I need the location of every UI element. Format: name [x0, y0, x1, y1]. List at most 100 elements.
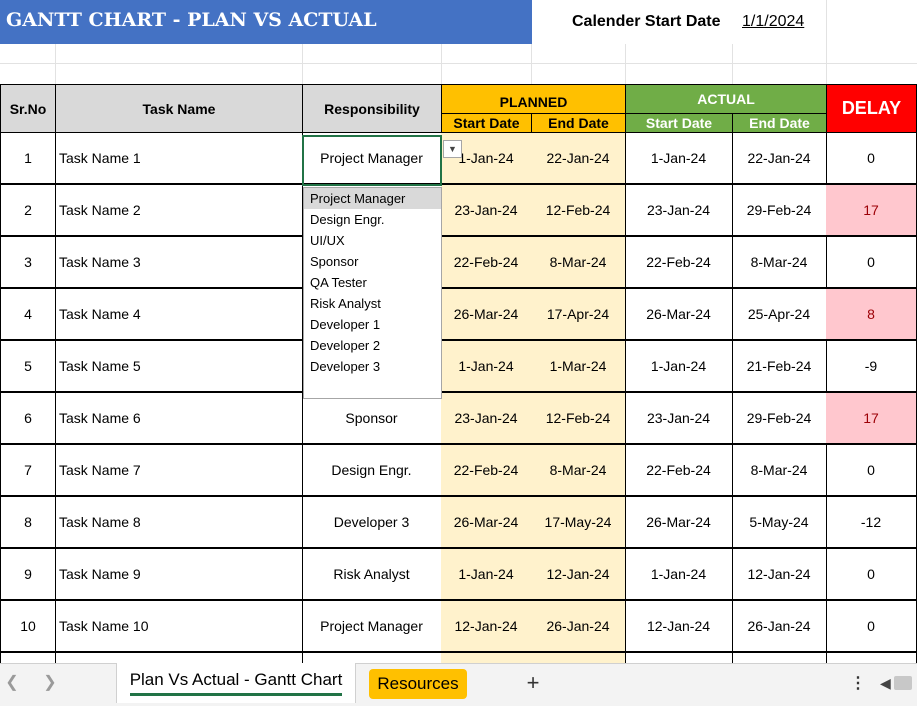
dropdown-option[interactable]: Risk Analyst — [304, 293, 441, 314]
dropdown-option[interactable]: Developer 1 — [304, 314, 441, 335]
actual-end-cell[interactable]: 29-Feb-24 — [732, 393, 827, 445]
sheet-tab-plan-vs-actual[interactable]: Plan Vs Actual - Gantt Chart — [116, 663, 356, 703]
sr-no-cell[interactable]: 10 — [0, 601, 56, 653]
task-name-cell[interactable]: Task Name 2 — [55, 185, 303, 237]
delay-cell[interactable]: 17 — [826, 185, 917, 237]
sr-no-cell[interactable]: 5 — [0, 341, 56, 393]
delay-cell[interactable]: -12 — [826, 497, 917, 549]
sr-no-cell[interactable]: 3 — [0, 237, 56, 289]
actual-start-cell[interactable]: 26-Mar-24 — [625, 497, 733, 549]
dropdown-option[interactable]: Design Engr. — [304, 209, 441, 230]
sheet-tab-resources[interactable]: Resources — [369, 669, 467, 699]
actual-end-cell[interactable]: 26-Jan-24 — [732, 601, 827, 653]
sr-no-cell[interactable]: 7 — [0, 445, 56, 497]
responsibility-cell[interactable]: Sponsor — [302, 393, 442, 445]
responsibility-cell[interactable]: Risk Analyst — [302, 549, 442, 601]
actual-end-cell[interactable] — [732, 653, 827, 663]
actual-start-cell[interactable]: 22-Feb-24 — [625, 445, 733, 497]
task-name-cell[interactable]: Task Name 1 — [55, 133, 303, 185]
sr-no-cell[interactable]: 8 — [0, 497, 56, 549]
planned-start-cell[interactable]: 1-Jan-24 — [441, 549, 532, 601]
actual-start-cell[interactable]: 12-Jan-24 — [625, 601, 733, 653]
delay-cell[interactable] — [826, 653, 917, 663]
task-name-cell[interactable]: Task Name 6 — [55, 393, 303, 445]
actual-start-cell[interactable] — [625, 653, 733, 663]
responsibility-cell[interactable]: Project Manager — [302, 601, 442, 653]
task-name-cell[interactable]: Task Name 5 — [55, 341, 303, 393]
chevron-right-icon[interactable]: ❯ — [42, 672, 58, 692]
actual-end-cell[interactable]: 8-Mar-24 — [732, 445, 827, 497]
sr-no-cell[interactable]: 4 — [0, 289, 56, 341]
actual-end-cell[interactable]: 21-Feb-24 — [732, 341, 827, 393]
sr-no-cell[interactable] — [0, 653, 56, 663]
responsibility-cell[interactable]: Design Engr. — [302, 445, 442, 497]
dropdown-option[interactable]: Developer 3 — [304, 356, 441, 377]
planned-start-cell[interactable]: 22-Feb-24 — [441, 445, 532, 497]
dropdown-option[interactable]: UI/UX — [304, 230, 441, 251]
actual-start-cell[interactable]: 23-Jan-24 — [625, 185, 733, 237]
horizontal-scroll-left-icon[interactable]: ◀ — [880, 670, 917, 696]
dropdown-toggle-button[interactable]: ▼ — [443, 140, 462, 158]
delay-cell[interactable]: 0 — [826, 237, 917, 289]
delay-cell[interactable]: 8 — [826, 289, 917, 341]
dropdown-option[interactable]: Project Manager — [304, 188, 441, 209]
task-name-cell[interactable]: Task Name 3 — [55, 237, 303, 289]
dropdown-option[interactable]: Sponsor — [304, 251, 441, 272]
planned-start-cell[interactable]: 26-Mar-24 — [441, 289, 532, 341]
actual-start-cell[interactable]: 22-Feb-24 — [625, 237, 733, 289]
actual-start-cell[interactable]: 23-Jan-24 — [625, 393, 733, 445]
actual-end-cell[interactable]: 5-May-24 — [732, 497, 827, 549]
planned-end-cell[interactable]: 8-Mar-24 — [531, 445, 626, 497]
delay-cell[interactable]: 17 — [826, 393, 917, 445]
planned-end-cell[interactable]: 8-Mar-24 — [531, 237, 626, 289]
responsibility-dropdown-list[interactable]: Project Manager Design Engr. UI/UX Sponsor Q… — [303, 187, 442, 399]
delay-cell[interactable]: 0 — [826, 549, 917, 601]
planned-end-cell[interactable]: 12-Feb-24 — [531, 393, 626, 445]
planned-start-cell[interactable]: 26-Mar-24 — [441, 497, 532, 549]
calendar-start-value[interactable]: 1/1/2024 — [742, 0, 804, 44]
scrollbar-thumb[interactable] — [893, 676, 912, 690]
responsibility-cell[interactable] — [302, 653, 442, 663]
actual-start-cell[interactable]: 1-Jan-24 — [625, 549, 733, 601]
sr-no-cell[interactable]: 2 — [0, 185, 56, 237]
actual-start-cell[interactable]: 1-Jan-24 — [625, 133, 733, 185]
responsibility-cell[interactable]: Developer 3 — [302, 497, 442, 549]
actual-end-cell[interactable]: 8-Mar-24 — [732, 237, 827, 289]
planned-end-cell[interactable]: 17-Apr-24 — [531, 289, 626, 341]
delay-cell[interactable]: -9 — [826, 341, 917, 393]
actual-end-cell[interactable]: 29-Feb-24 — [732, 185, 827, 237]
actual-start-cell[interactable]: 1-Jan-24 — [625, 341, 733, 393]
actual-end-cell[interactable]: 25-Apr-24 — [732, 289, 827, 341]
dropdown-option[interactable]: Developer 2 — [304, 335, 441, 356]
planned-end-cell[interactable]: 26-Jan-24 — [531, 601, 626, 653]
planned-start-cell[interactable]: 12-Jan-24 — [441, 601, 532, 653]
task-name-cell[interactable] — [55, 653, 303, 663]
task-name-cell[interactable]: Task Name 8 — [55, 497, 303, 549]
planned-end-cell[interactable]: 17-May-24 — [531, 497, 626, 549]
actual-end-cell[interactable]: 22-Jan-24 — [732, 133, 827, 185]
planned-end-cell[interactable]: 12-Jan-24 — [531, 549, 626, 601]
task-name-cell[interactable]: Task Name 7 — [55, 445, 303, 497]
planned-end-cell[interactable] — [531, 653, 626, 663]
dropdown-option[interactable]: QA Tester — [304, 272, 441, 293]
add-sheet-icon[interactable]: + — [520, 669, 546, 697]
task-name-cell[interactable]: Task Name 4 — [55, 289, 303, 341]
actual-start-cell[interactable]: 26-Mar-24 — [625, 289, 733, 341]
sr-no-cell[interactable]: 1 — [0, 133, 56, 185]
planned-end-cell[interactable]: 1-Mar-24 — [531, 341, 626, 393]
planned-start-cell[interactable]: 23-Jan-24 — [441, 185, 532, 237]
delay-cell[interactable]: 0 — [826, 445, 917, 497]
planned-end-cell[interactable]: 22-Jan-24 — [531, 133, 626, 185]
planned-start-cell[interactable]: 1-Jan-24 — [441, 341, 532, 393]
responsibility-cell[interactable]: Project Manager — [302, 133, 442, 185]
planned-start-cell[interactable]: 22-Feb-24 — [441, 237, 532, 289]
more-options-icon[interactable]: ⋮ — [850, 671, 866, 695]
task-name-cell[interactable]: Task Name 10 — [55, 601, 303, 653]
planned-end-cell[interactable]: 12-Feb-24 — [531, 185, 626, 237]
delay-cell[interactable]: 0 — [826, 601, 917, 653]
chevron-left-icon[interactable]: ❮ — [4, 672, 20, 692]
sr-no-cell[interactable]: 6 — [0, 393, 56, 445]
sr-no-cell[interactable]: 9 — [0, 549, 56, 601]
actual-end-cell[interactable]: 12-Jan-24 — [732, 549, 827, 601]
task-name-cell[interactable]: Task Name 9 — [55, 549, 303, 601]
